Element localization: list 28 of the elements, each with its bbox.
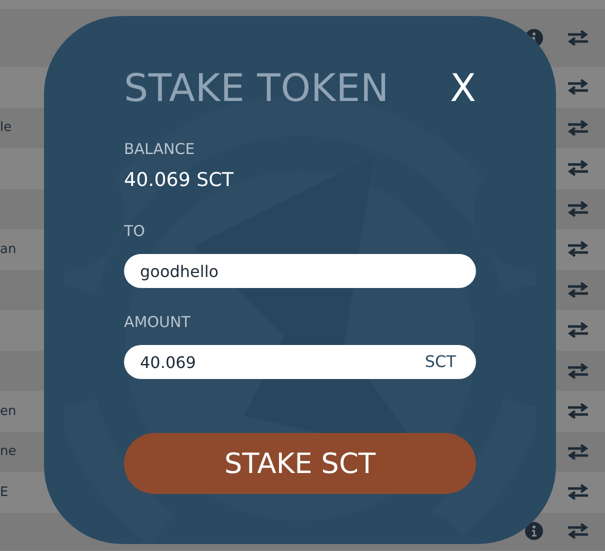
row-text: en (0, 404, 16, 418)
swap-icon[interactable] (567, 30, 589, 46)
balance-value: 40.069 SCT (124, 171, 234, 190)
row-text: ne (0, 444, 16, 459)
swap-icon[interactable] (567, 484, 589, 500)
row-text: an (0, 242, 16, 256)
swap-icon[interactable] (567, 282, 589, 298)
swap-icon[interactable] (567, 444, 589, 460)
row-text: E (0, 484, 8, 500)
close-button[interactable]: X (450, 69, 476, 107)
modal-title: STAKE TOKEN (124, 69, 390, 107)
swap-icon[interactable] (567, 322, 589, 338)
swap-icon[interactable] (567, 79, 589, 96)
swap-icon[interactable] (567, 200, 589, 217)
amount-label: AMOUNT (124, 315, 192, 330)
unit-label: SCT (424, 353, 456, 371)
swap-icon[interactable] (567, 403, 589, 420)
swap-icon[interactable] (567, 160, 589, 176)
info-icon[interactable] (525, 522, 543, 540)
row-text: le (0, 120, 12, 135)
stake-button[interactable]: STAKE SCT (124, 433, 476, 494)
to-label: TO (124, 224, 146, 239)
swap-icon[interactable] (567, 362, 589, 379)
swap-icon[interactable] (567, 523, 589, 539)
recipient-field[interactable]: goodhello (124, 254, 476, 288)
swap-icon[interactable] (567, 120, 589, 136)
swap-icon[interactable] (567, 241, 589, 258)
balance-label: BALANCE (124, 142, 196, 157)
